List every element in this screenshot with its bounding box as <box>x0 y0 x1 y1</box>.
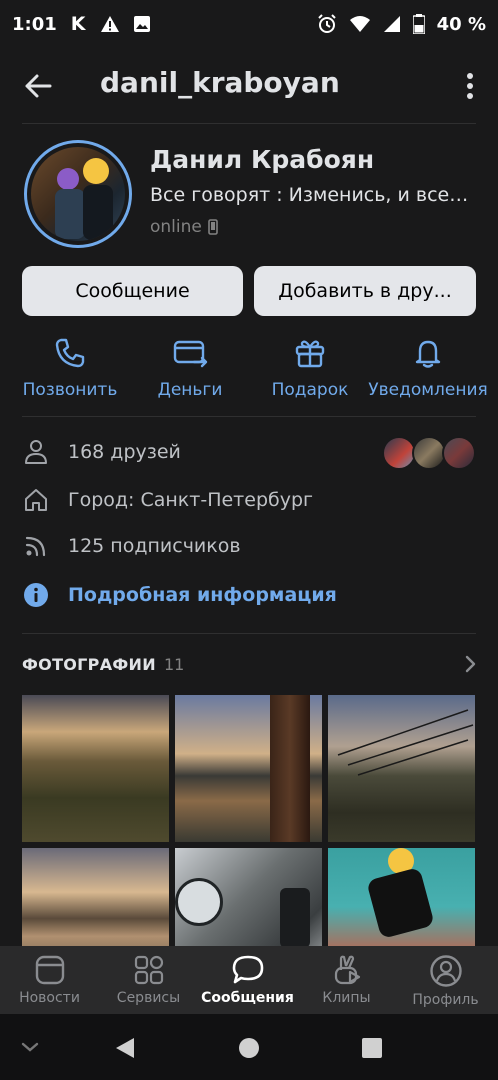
tab-news-label: Новости <box>19 990 80 1006</box>
person-figure <box>366 866 435 940</box>
profile-avatar[interactable] <box>24 140 132 248</box>
photos-count: 11 <box>163 654 185 674</box>
phone-icon <box>55 338 85 368</box>
online-status: online <box>150 217 218 237</box>
money-card-icon <box>173 340 208 368</box>
battery-icon <box>412 14 425 34</box>
alarm-icon <box>317 14 336 33</box>
divider <box>22 416 476 417</box>
divider <box>22 633 476 634</box>
photo-thumbnail[interactable] <box>175 695 322 842</box>
wifi-icon <box>349 16 370 32</box>
city-label: Город: Санкт-Петербург <box>68 489 314 511</box>
divider <box>22 123 476 124</box>
action-row: Позвонить Деньги Подарок Уведомления <box>0 330 498 410</box>
system-navigation-bar <box>0 1014 498 1080</box>
mirror-shape <box>175 878 223 926</box>
tab-news[interactable]: Новости <box>0 954 99 1006</box>
call-action[interactable]: Позвонить <box>8 330 132 400</box>
person-figure <box>82 184 113 240</box>
details-row[interactable]: Подробная информация <box>22 581 337 609</box>
post-shape <box>270 695 310 842</box>
nav-recents-icon[interactable] <box>361 1037 383 1059</box>
money-action[interactable]: Деньги <box>128 330 252 400</box>
clips-icon <box>334 955 360 985</box>
gift-label: Подарок <box>271 380 349 400</box>
fishing-rods-shape <box>337 709 474 776</box>
top-app-bar: danil_kraboyan <box>0 52 498 118</box>
tab-services[interactable]: Сервисы <box>99 954 198 1006</box>
status-bar: 1:01 K 40 % <box>0 0 498 48</box>
bell-icon <box>415 340 441 368</box>
carrier-icon: K <box>70 13 86 35</box>
followers-row[interactable]: 125 подписчиков <box>22 532 241 560</box>
city-row: Город: Санкт-Петербург <box>22 486 313 514</box>
friends-count: 168 друзей <box>68 441 181 463</box>
services-icon <box>134 955 163 985</box>
chevron-down-icon[interactable] <box>20 1040 40 1054</box>
money-label: Деньги <box>157 380 223 400</box>
battery-level: 40 % <box>436 13 486 35</box>
bottom-tab-bar: Новости Сервисы Сообщения Клипы Профиль <box>0 946 498 1014</box>
profile-icon <box>429 955 462 987</box>
call-label: Позвонить <box>22 380 118 400</box>
photo-thumbnail[interactable] <box>22 695 169 842</box>
photo-thumbnail[interactable] <box>328 695 475 842</box>
image-notification-icon <box>133 16 150 32</box>
profile-status[interactable]: Все говорят : Изменись, и все з... <box>150 184 470 206</box>
message-button[interactable]: Сообщение <box>22 266 243 316</box>
avatar-image <box>31 147 125 241</box>
tab-services-label: Сервисы <box>116 990 181 1006</box>
person-icon <box>25 440 47 464</box>
notifications-label: Уведомления <box>368 380 488 400</box>
tab-profile[interactable]: Профиль <box>396 954 495 1008</box>
friends-row[interactable]: 168 друзей <box>22 438 181 466</box>
tab-clips-label: Клипы <box>322 990 371 1006</box>
online-label: online <box>150 217 202 237</box>
sunglasses-emoji <box>82 158 109 185</box>
friend-avatar <box>442 436 476 470</box>
friend-avatar <box>382 436 416 470</box>
tab-messages[interactable]: Сообщения <box>198 954 297 1006</box>
photos-title: ФОТОГРАФИИ <box>22 654 156 674</box>
more-vertical-icon[interactable] <box>466 72 474 100</box>
back-arrow-icon[interactable] <box>22 70 54 102</box>
person-figure <box>54 189 85 240</box>
details-link: Подробная информация <box>68 584 337 606</box>
status-time: 1:01 <box>12 13 57 35</box>
tab-messages-label: Сообщения <box>201 990 294 1006</box>
followers-count: 125 подписчиков <box>68 535 241 557</box>
photos-header[interactable]: ФОТОГРАФИИ 11 <box>22 652 476 676</box>
tab-clips[interactable]: Клипы <box>297 954 396 1006</box>
followers-rss-icon <box>25 536 46 557</box>
nav-home-icon[interactable] <box>238 1037 260 1059</box>
news-icon <box>35 955 64 985</box>
chevron-right-icon <box>465 655 476 673</box>
add-friend-button[interactable]: Добавить в дру... <box>254 266 476 316</box>
warning-icon <box>100 16 119 32</box>
profile-name: Данил Крабоян <box>150 145 375 174</box>
phone-shape <box>280 888 310 948</box>
messages-icon <box>232 955 263 984</box>
notifications-action[interactable]: Уведомления <box>366 330 490 400</box>
nav-back-icon[interactable] <box>114 1036 136 1060</box>
tab-profile-label: Профиль <box>412 992 479 1008</box>
mobile-icon <box>208 219 218 235</box>
friends-avatars[interactable] <box>382 436 476 470</box>
gift-action[interactable]: Подарок <box>248 330 372 400</box>
signal-icon <box>383 16 400 32</box>
page-title: danil_kraboyan <box>100 66 340 99</box>
gift-icon <box>295 340 325 368</box>
devil-emoji <box>57 167 80 190</box>
home-icon <box>25 489 47 511</box>
info-icon <box>24 583 48 607</box>
friend-avatar <box>412 436 446 470</box>
